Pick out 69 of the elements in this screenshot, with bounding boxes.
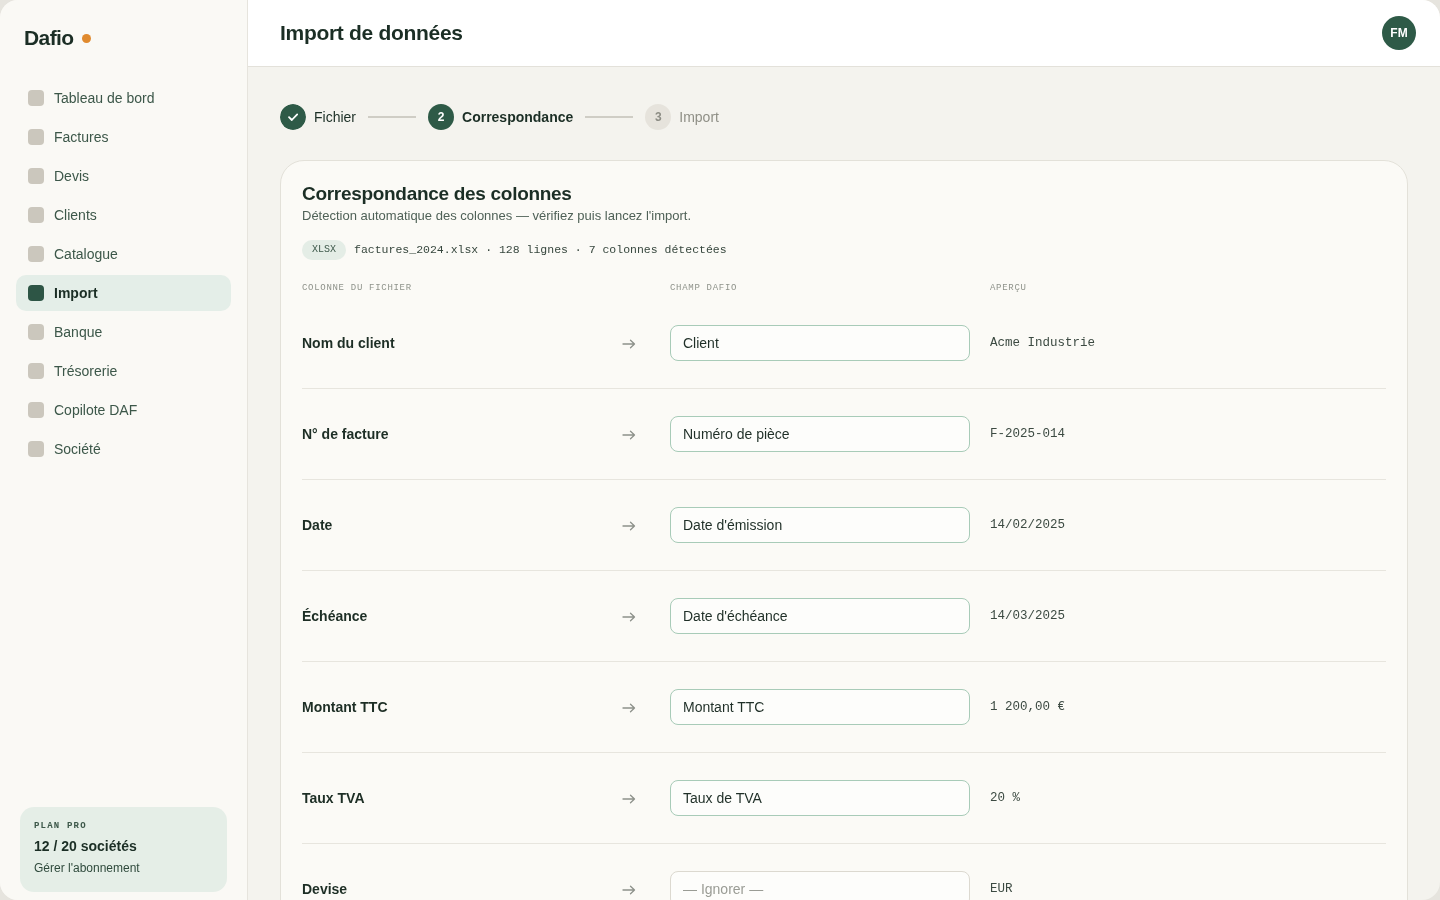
column-header: COLONNE DU FICHIER	[302, 282, 413, 294]
preview-value: 14/03/2025	[990, 607, 1066, 625]
sidebar-item[interactable]: Catalogue	[16, 236, 231, 272]
column-name: Montant TTC	[302, 697, 389, 717]
preview-value: 14/02/2025	[990, 516, 1066, 534]
step-label: Fichier	[314, 107, 356, 127]
preview-value: F-2025-014	[990, 425, 1066, 443]
avatar[interactable]: FM	[1382, 16, 1416, 50]
mapping-select[interactable]: Montant TTC	[670, 689, 970, 725]
arrow-right-icon	[622, 884, 636, 895]
step-number: 2	[428, 104, 454, 130]
arrow-right-icon	[622, 520, 636, 531]
step-connector	[585, 116, 634, 118]
arrow-right-icon	[622, 611, 636, 622]
square-icon	[28, 402, 44, 418]
mapping-select[interactable]: Client	[670, 325, 970, 361]
sidebar-item[interactable]: Devis	[16, 158, 231, 194]
column-name: Échéance	[302, 606, 369, 626]
column-name: Date	[302, 515, 334, 535]
preview-value: 20 %	[990, 789, 1021, 807]
column-name: Devise	[302, 879, 349, 899]
file-summary: factures_2024.xlsx · 128 lignes · 7 colonnes détectées	[354, 242, 727, 259]
sidebar-item[interactable]: Société	[16, 431, 231, 467]
column-name: N° de facture	[302, 424, 390, 444]
column-header: APERÇU	[990, 282, 1028, 294]
square-icon	[28, 363, 44, 379]
mapping-select[interactable]: Date d'échéance	[670, 598, 970, 634]
arrow-right-icon	[622, 429, 636, 440]
arrow-right-icon	[622, 702, 636, 713]
mapping-select[interactable]: Taux de TVA	[670, 780, 970, 816]
page-title: Import de données	[280, 20, 463, 46]
preview-value: 1 200,00 €	[990, 698, 1066, 716]
sidebar-item[interactable]: Trésorerie	[16, 353, 231, 389]
mapping-select[interactable]: Date d'émission	[670, 507, 970, 543]
preview-value: EUR	[990, 880, 1014, 898]
plan-usage: 12 / 20 sociétés	[34, 837, 138, 855]
mapping-select[interactable]: Numéro de pièce	[670, 416, 970, 452]
sidebar-item[interactable]: Tableau de bord	[16, 80, 231, 116]
step-connector	[368, 116, 416, 118]
sidebar-item[interactable]: Factures	[16, 119, 231, 155]
square-icon	[28, 129, 44, 145]
sidebar-item[interactable]: Banque	[16, 314, 231, 350]
logo-text: Dafio	[24, 25, 74, 51]
square-icon	[28, 168, 44, 184]
column-name: Nom du client	[302, 333, 396, 353]
sidebar-item[interactable]: Copilote DAF	[16, 392, 231, 428]
sidebar-item[interactable]: Import	[16, 275, 231, 311]
card-title: Correspondance des colonnes	[302, 182, 573, 206]
square-icon	[28, 324, 44, 340]
column-name: Taux TVA	[302, 788, 366, 808]
square-icon	[28, 207, 44, 223]
preview-value: Acme Industrie	[990, 334, 1097, 352]
mapping-select[interactable]: — Ignorer —	[670, 871, 970, 900]
square-icon	[28, 246, 44, 262]
column-header: CHAMP DAFIO	[670, 282, 739, 294]
sidebar-item[interactable]: Clients	[16, 197, 231, 233]
square-icon	[28, 90, 44, 106]
square-icon	[28, 285, 44, 301]
arrow-right-icon	[622, 793, 636, 804]
square-icon	[28, 441, 44, 457]
arrow-right-icon	[622, 338, 636, 349]
format-tag: XLSX	[302, 240, 346, 260]
step-number: 3	[645, 104, 672, 130]
dot-icon	[81, 33, 91, 43]
step-label: Correspondance	[462, 107, 574, 127]
plan-label: PLAN PRO	[34, 820, 88, 832]
step-label: Import	[679, 107, 719, 127]
card-subtitle: Détection automatique des colonnes — vérifiez puis lancez l'import.	[302, 207, 693, 225]
manage-subscription-link[interactable]: Gérer l'abonnement	[34, 860, 140, 876]
